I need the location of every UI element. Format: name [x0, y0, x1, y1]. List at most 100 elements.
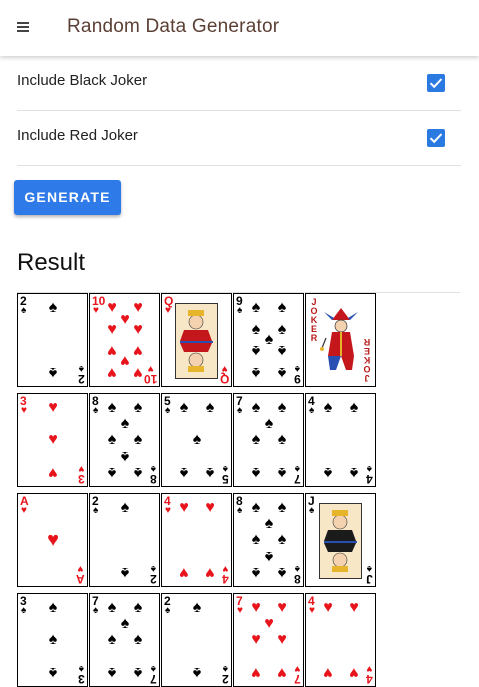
card-suit-icon: ♠ — [277, 399, 287, 416]
include-black-joker-checkbox[interactable] — [427, 74, 445, 92]
playing-card: 4 ♥ 4 ♥ ♥ ♥ ♥ ♥ — [161, 493, 232, 587]
card-suit-icon: ♥ — [309, 605, 315, 616]
card-suit-icon: ♠ — [120, 448, 130, 465]
card-suit-icon: ♠ — [48, 631, 58, 648]
playing-card: A ♥ A ♥ ♥ — [17, 493, 88, 587]
card-suit-icon: ♠ — [323, 464, 333, 481]
card-corner-bottom: 3 ♥ — [78, 463, 85, 486]
card-corner-bottom: 4 ♠ — [366, 463, 373, 486]
card-suit-icon: ♠ — [165, 405, 171, 416]
card-suit-icon: ♥ — [366, 663, 373, 674]
card-corner-bottom: 4 ♥ — [366, 663, 373, 686]
card-suit-icon: ♠ — [48, 299, 58, 316]
card-suit-icon: ♠ — [93, 505, 99, 516]
card-pips: ♥ ♥ ♥ ♥ — [320, 599, 362, 682]
card-suit-icon: ♠ — [107, 664, 117, 681]
card-suit-icon: ♥ — [264, 615, 274, 632]
playing-card: 7 ♠ 7 ♠ ♠ ♠ ♠ ♠ ♠ ♠ ♠ — [89, 593, 160, 687]
playing-card: 3 ♠ 3 ♠ ♠ ♠ ♠ — [17, 593, 88, 687]
option-include-red-joker: Include Red Joker — [17, 110, 461, 166]
playing-card: 10 ♥ 10 ♥ ♥ ♥ ♥ ♥ ♥ ♥ ♥ ♥ ♥ ♥ — [89, 293, 160, 387]
card-rank: J — [366, 572, 373, 586]
card-suit-icon: ♠ — [251, 499, 261, 516]
card-suit-icon: ♥ — [237, 605, 243, 616]
card-suit-icon: ♠ — [133, 664, 143, 681]
card-suit-icon: ♥ — [21, 405, 27, 416]
card-corner-bottom: 7 ♠ — [294, 463, 301, 486]
card-suit-icon: ♠ — [251, 342, 261, 359]
hamburger-menu-icon[interactable] — [17, 22, 29, 32]
playing-card: 3 ♥ 3 ♥ ♥ ♥ ♥ — [17, 393, 88, 487]
card-pips: ♥ ♥ ♥ ♥ ♥ ♥ ♥ — [248, 600, 290, 682]
card-suit-icon: ♥ — [107, 342, 117, 359]
card-suit-icon: ♥ — [48, 399, 58, 416]
card-suit-icon: ♥ — [205, 564, 215, 581]
card-suit-icon: ♠ — [251, 464, 261, 481]
card-suit-icon: ♥ — [222, 563, 229, 574]
card-suit-icon: ♥ — [120, 311, 130, 328]
include-red-joker-checkbox[interactable] — [427, 129, 445, 147]
card-suit-icon: ♠ — [205, 464, 215, 481]
card-suit-icon: ♠ — [277, 364, 287, 381]
card-suit-icon: ♠ — [93, 605, 99, 616]
card-corner-bottom: 4 ♥ — [222, 563, 229, 586]
card-suit-icon: ♠ — [133, 631, 143, 648]
card-suit-icon: ♥ — [179, 564, 189, 581]
card-suit-icon: ♥ — [165, 505, 171, 516]
card-suit-icon: ♥ — [107, 299, 117, 316]
card-suit-icon: ♠ — [205, 399, 215, 416]
card-suit-icon: ♠ — [133, 431, 143, 448]
card-rank: 8 — [150, 472, 157, 486]
card-suit-icon: ♥ — [277, 631, 287, 648]
card-suit-icon: ♠ — [107, 599, 117, 616]
card-suit-icon: ♠ — [79, 663, 85, 674]
card-suit-icon: ♠ — [120, 415, 130, 432]
checkmark-icon — [429, 133, 443, 144]
card-suit-icon: ♠ — [277, 342, 287, 359]
playing-card: JOKER JOKER — [305, 293, 376, 387]
card-suit-icon: ♠ — [323, 399, 333, 416]
playing-card: 4 ♥ 4 ♥ ♥ ♥ ♥ ♥ — [305, 593, 376, 687]
playing-card: 7 ♥ 7 ♥ ♥ ♥ ♥ ♥ ♥ ♥ ♥ — [233, 593, 304, 687]
card-suit-icon: ♠ — [179, 464, 189, 481]
card-rank: 2 — [78, 372, 85, 386]
card-suit-icon: ♥ — [107, 321, 117, 338]
card-suit-icon: ♠ — [120, 564, 130, 581]
card-suit-icon: ♠ — [133, 399, 143, 416]
card-corner-bottom: 7 ♥ — [294, 663, 301, 686]
card-rank: 8 — [294, 572, 301, 586]
playing-card: Q ♥ Q ♥ — [161, 293, 232, 387]
card-suit-icon: ♥ — [93, 305, 99, 316]
playing-card: 4 ♠ 4 ♠ ♠ ♠ ♠ ♠ — [305, 393, 376, 487]
card-suit-icon: ♥ — [107, 364, 117, 381]
card-suit-icon: ♠ — [277, 499, 287, 516]
card-suit-icon: ♠ — [309, 405, 315, 416]
card-corner-bottom: 2 ♠ — [222, 663, 229, 686]
card-rank: 2 — [150, 572, 157, 586]
card-rank: 4 — [366, 672, 373, 686]
card-suit-icon: ♠ — [133, 464, 143, 481]
card-suit-icon: ♥ — [133, 299, 143, 316]
card-suit-icon: ♥ — [349, 599, 359, 616]
card-pips: ♠ ♠ — [104, 500, 146, 582]
card-suit-icon: ♠ — [21, 605, 27, 616]
card-corner-bottom: 8 ♠ — [150, 463, 157, 486]
card-rank: 2 — [222, 672, 229, 686]
card-suit-icon: ♥ — [179, 499, 189, 516]
generate-button[interactable]: GENERATE — [14, 180, 121, 215]
playing-card: 7 ♠ 7 ♠ ♠ ♠ ♠ ♠ ♠ ♠ ♠ — [233, 393, 304, 487]
card-suit-icon: ♥ — [48, 464, 58, 481]
card-suit-icon: ♠ — [251, 321, 261, 338]
card-suit-icon: ♠ — [349, 464, 359, 481]
card-suit-icon: ♥ — [133, 342, 143, 359]
card-rank: 5 — [222, 472, 229, 486]
card-suit-icon: ♠ — [107, 464, 117, 481]
card-suit-icon: ♠ — [264, 515, 274, 532]
app-title: Random Data Generator — [67, 16, 280, 37]
card-suit-icon: ♠ — [277, 321, 287, 338]
card-suit-icon: ♠ — [237, 305, 243, 316]
card-corner-bottom: 8 ♠ — [294, 563, 301, 586]
playing-card: 2 ♠ 2 ♠ ♠ ♠ — [89, 493, 160, 587]
option-label: Include Black Joker — [17, 72, 148, 89]
card-rank: JOKER — [309, 297, 319, 342]
